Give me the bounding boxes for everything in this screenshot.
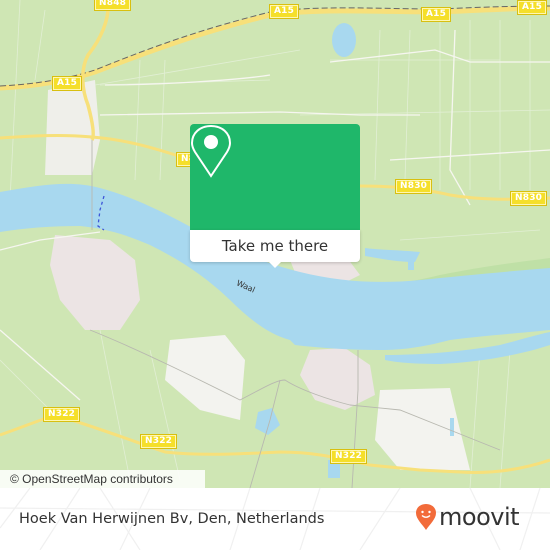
road-label-n322: N322: [329, 449, 368, 464]
moovit-pin-icon: [416, 504, 436, 530]
road-label-n322: N322: [42, 407, 81, 422]
road-label-a15: A15: [420, 7, 452, 22]
moovit-wordmark: moovit: [439, 503, 520, 531]
road-label-n830: N830: [509, 191, 548, 206]
popup-pointer: [268, 261, 282, 268]
take-me-there-button[interactable]: Take me there: [190, 230, 360, 262]
road-label-a15: A15: [516, 0, 548, 15]
location-address: Hoek Van Herwijnen Bv, Den, Netherlands: [19, 511, 325, 527]
map-view[interactable]: N848 A15 A15 A15 A15 N8 N830 N830 N322 N…: [0, 0, 550, 488]
road-label-a15: A15: [268, 4, 300, 19]
moovit-logo[interactable]: moovit: [415, 502, 520, 532]
road-label-n322: N322: [139, 434, 178, 449]
map-attribution[interactable]: © OpenStreetMap contributors: [0, 470, 205, 488]
location-pin-icon: [190, 124, 232, 178]
footer: Hoek Van Herwijnen Bv, Den, Netherlands …: [0, 488, 550, 550]
lake: [332, 23, 356, 57]
road-label-a15: A15: [51, 76, 83, 91]
location-popup: Take me there: [190, 124, 360, 268]
road-label-n848: N848: [93, 0, 132, 11]
road-label-n830: N830: [394, 179, 433, 194]
popup-header: [190, 124, 360, 230]
